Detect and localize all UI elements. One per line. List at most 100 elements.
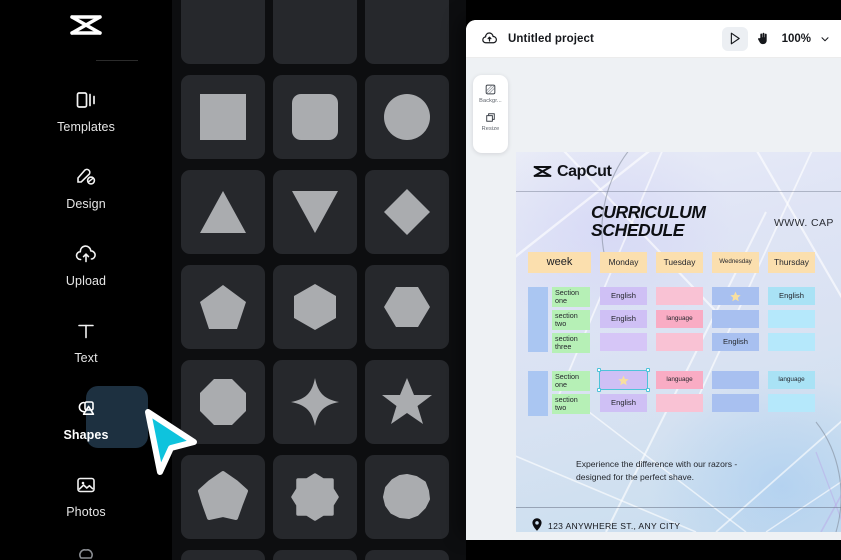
- schedule-cell[interactable]: language: [768, 371, 815, 389]
- schedule-cell[interactable]: [712, 394, 759, 412]
- selection-handle-tl[interactable]: [597, 368, 601, 372]
- shape-tile-triangle-down[interactable]: [273, 170, 357, 254]
- schedule-cell[interactable]: [656, 333, 703, 351]
- hand-tool-button[interactable]: [750, 27, 776, 51]
- schedule-day-header-wednesday[interactable]: Wednesday: [712, 252, 759, 273]
- sidebar-divider: [96, 60, 138, 61]
- shape-tile-eight-point-rounded-star[interactable]: [273, 455, 357, 539]
- canvas-tool-dock: Backgr... Resize: [473, 75, 508, 153]
- shapes-panel: [172, 0, 466, 560]
- schedule-week-spine-2[interactable]: [528, 371, 548, 416]
- cloud-save-icon[interactable]: [480, 30, 498, 48]
- shape-tile-eight-point-sharp-star[interactable]: [181, 550, 265, 560]
- shape-tile-partial-3[interactable]: [365, 0, 449, 64]
- sidebar-item-design[interactable]: Design: [0, 149, 172, 226]
- schedule-cell[interactable]: English: [600, 287, 647, 305]
- shape-tile-five-point-star[interactable]: [365, 360, 449, 444]
- schedule-section-label[interactable]: section three: [552, 333, 590, 353]
- shape-tile-pentagon[interactable]: [181, 265, 265, 349]
- sidebar-item-label: Templates: [57, 120, 115, 134]
- editor-body: Backgr... Resize CapCut CURRICULUM SCHED…: [466, 58, 841, 540]
- location-pin-icon: [532, 518, 542, 531]
- schedule-cell-star[interactable]: [712, 287, 759, 305]
- schedule-cell[interactable]: [768, 333, 815, 351]
- background-icon: [484, 82, 498, 96]
- shape-tile-rounded-square[interactable]: [273, 75, 357, 159]
- shape-tile-four-point-star[interactable]: [273, 360, 357, 444]
- shape-tile-sunburst-star[interactable]: [365, 550, 449, 560]
- brand-name: CapCut: [557, 162, 612, 180]
- schedule-cell[interactable]: [768, 310, 815, 328]
- schedule-section-label[interactable]: section two: [552, 394, 590, 414]
- selection-outline: [599, 370, 648, 390]
- selection-handle-bl[interactable]: [597, 388, 601, 392]
- shape-tile-circle[interactable]: [365, 75, 449, 159]
- chevron-down-icon[interactable]: [817, 31, 833, 47]
- schedule-section-label[interactable]: Section one: [552, 287, 590, 307]
- schedule-cell[interactable]: English: [600, 394, 647, 412]
- canvas-url: WWW. CAP: [774, 217, 834, 229]
- shape-tile-twelve-point-star[interactable]: [273, 550, 357, 560]
- schedule-day-header-monday[interactable]: Monday: [600, 252, 647, 273]
- schedule-cell[interactable]: [712, 310, 759, 328]
- schedule-cell[interactable]: language: [656, 371, 703, 389]
- shape-tile-hexagon-vertical[interactable]: [273, 265, 357, 349]
- project-title[interactable]: Untitled project: [508, 33, 594, 45]
- shape-tile-diamond[interactable]: [365, 170, 449, 254]
- schedule-day-header-tuesday[interactable]: Tuesday: [656, 252, 703, 273]
- schedule-cell[interactable]: English: [768, 287, 815, 305]
- schedule-cell[interactable]: English: [712, 333, 759, 351]
- design-canvas[interactable]: CapCut NEW P CURRICULUM SCHEDULE WWW. CA…: [516, 152, 841, 532]
- zoom-level[interactable]: 100%: [778, 33, 815, 45]
- resize-tool-label: Resize: [481, 126, 500, 132]
- selection-handle-tr[interactable]: [646, 368, 650, 372]
- elements-icon: [73, 541, 99, 560]
- schedule-section-label[interactable]: Section one: [552, 371, 590, 391]
- sidebar-item-label: Text: [74, 351, 98, 365]
- background-tool[interactable]: Backgr...: [473, 82, 508, 104]
- sidebar-nav: Templates Design Upload Text Shapes Phot…: [0, 72, 172, 560]
- screen: Templates Design Upload Text Shapes Phot…: [0, 0, 841, 560]
- upload-cloud-icon: [73, 241, 99, 267]
- shape-tile-partial-2[interactable]: [273, 0, 357, 64]
- sidebar-item-templates[interactable]: Templates: [0, 72, 172, 149]
- sidebar-item-label: Photos: [66, 505, 106, 519]
- schedule-day-header-thursday[interactable]: Thursday: [768, 252, 815, 273]
- schedule-week-header[interactable]: week: [528, 252, 591, 273]
- schedule-cell[interactable]: [600, 333, 647, 351]
- schedule-week-spine-1[interactable]: [528, 287, 548, 352]
- capcut-logo-icon[interactable]: [0, 14, 172, 38]
- shape-tile-ten-point-rounded-blob[interactable]: [365, 455, 449, 539]
- shape-tile-triangle-up[interactable]: [181, 170, 265, 254]
- select-tool-button[interactable]: [721, 26, 748, 51]
- shape-tile-hexagon-horizontal[interactable]: [365, 265, 449, 349]
- schedule-section-label[interactable]: section two: [552, 310, 590, 330]
- canvas-title[interactable]: CURRICULUM SCHEDULE: [591, 203, 706, 240]
- schedule-cell[interactable]: English: [600, 310, 647, 328]
- schedule-cell[interactable]: [656, 287, 703, 305]
- shape-tile-square[interactable]: [181, 75, 265, 159]
- background-tool-label: Backgr...: [479, 98, 502, 104]
- schedule-cell[interactable]: [712, 371, 759, 389]
- sidebar-item-upload[interactable]: Upload: [0, 226, 172, 303]
- schedule-cell[interactable]: language: [656, 310, 703, 328]
- star-icon: [730, 291, 741, 301]
- sidebar-item-label: Design: [66, 197, 106, 211]
- resize-tool[interactable]: Resize: [473, 110, 508, 132]
- shape-tile-partial-1[interactable]: [181, 0, 265, 64]
- canvas-address: 123 ANYWHERE ST., ANY CITY: [548, 521, 681, 531]
- toolbar-tools: 100%: [721, 26, 841, 51]
- sidebar-item-label: Upload: [65, 274, 107, 288]
- selection-handle-br[interactable]: [646, 388, 650, 392]
- schedule-cell[interactable]: [656, 394, 703, 412]
- editor-toolbar: Untitled project 100%: [466, 20, 841, 58]
- canvas-footer-divider: [516, 507, 841, 508]
- canvas-brand-header: CapCut NEW P: [516, 152, 841, 192]
- sidebar-item-label: Shapes: [63, 428, 109, 442]
- schedule-cell[interactable]: [768, 394, 815, 412]
- canvas-blurb[interactable]: Experience the difference with our razor…: [576, 458, 756, 483]
- sidebar-item-elements[interactable]: [0, 534, 172, 560]
- sidebar-item-text[interactable]: Text: [0, 303, 172, 380]
- photos-icon: [73, 472, 99, 498]
- editor-window: Untitled project 100% Backgr... Resize C…: [466, 20, 841, 540]
